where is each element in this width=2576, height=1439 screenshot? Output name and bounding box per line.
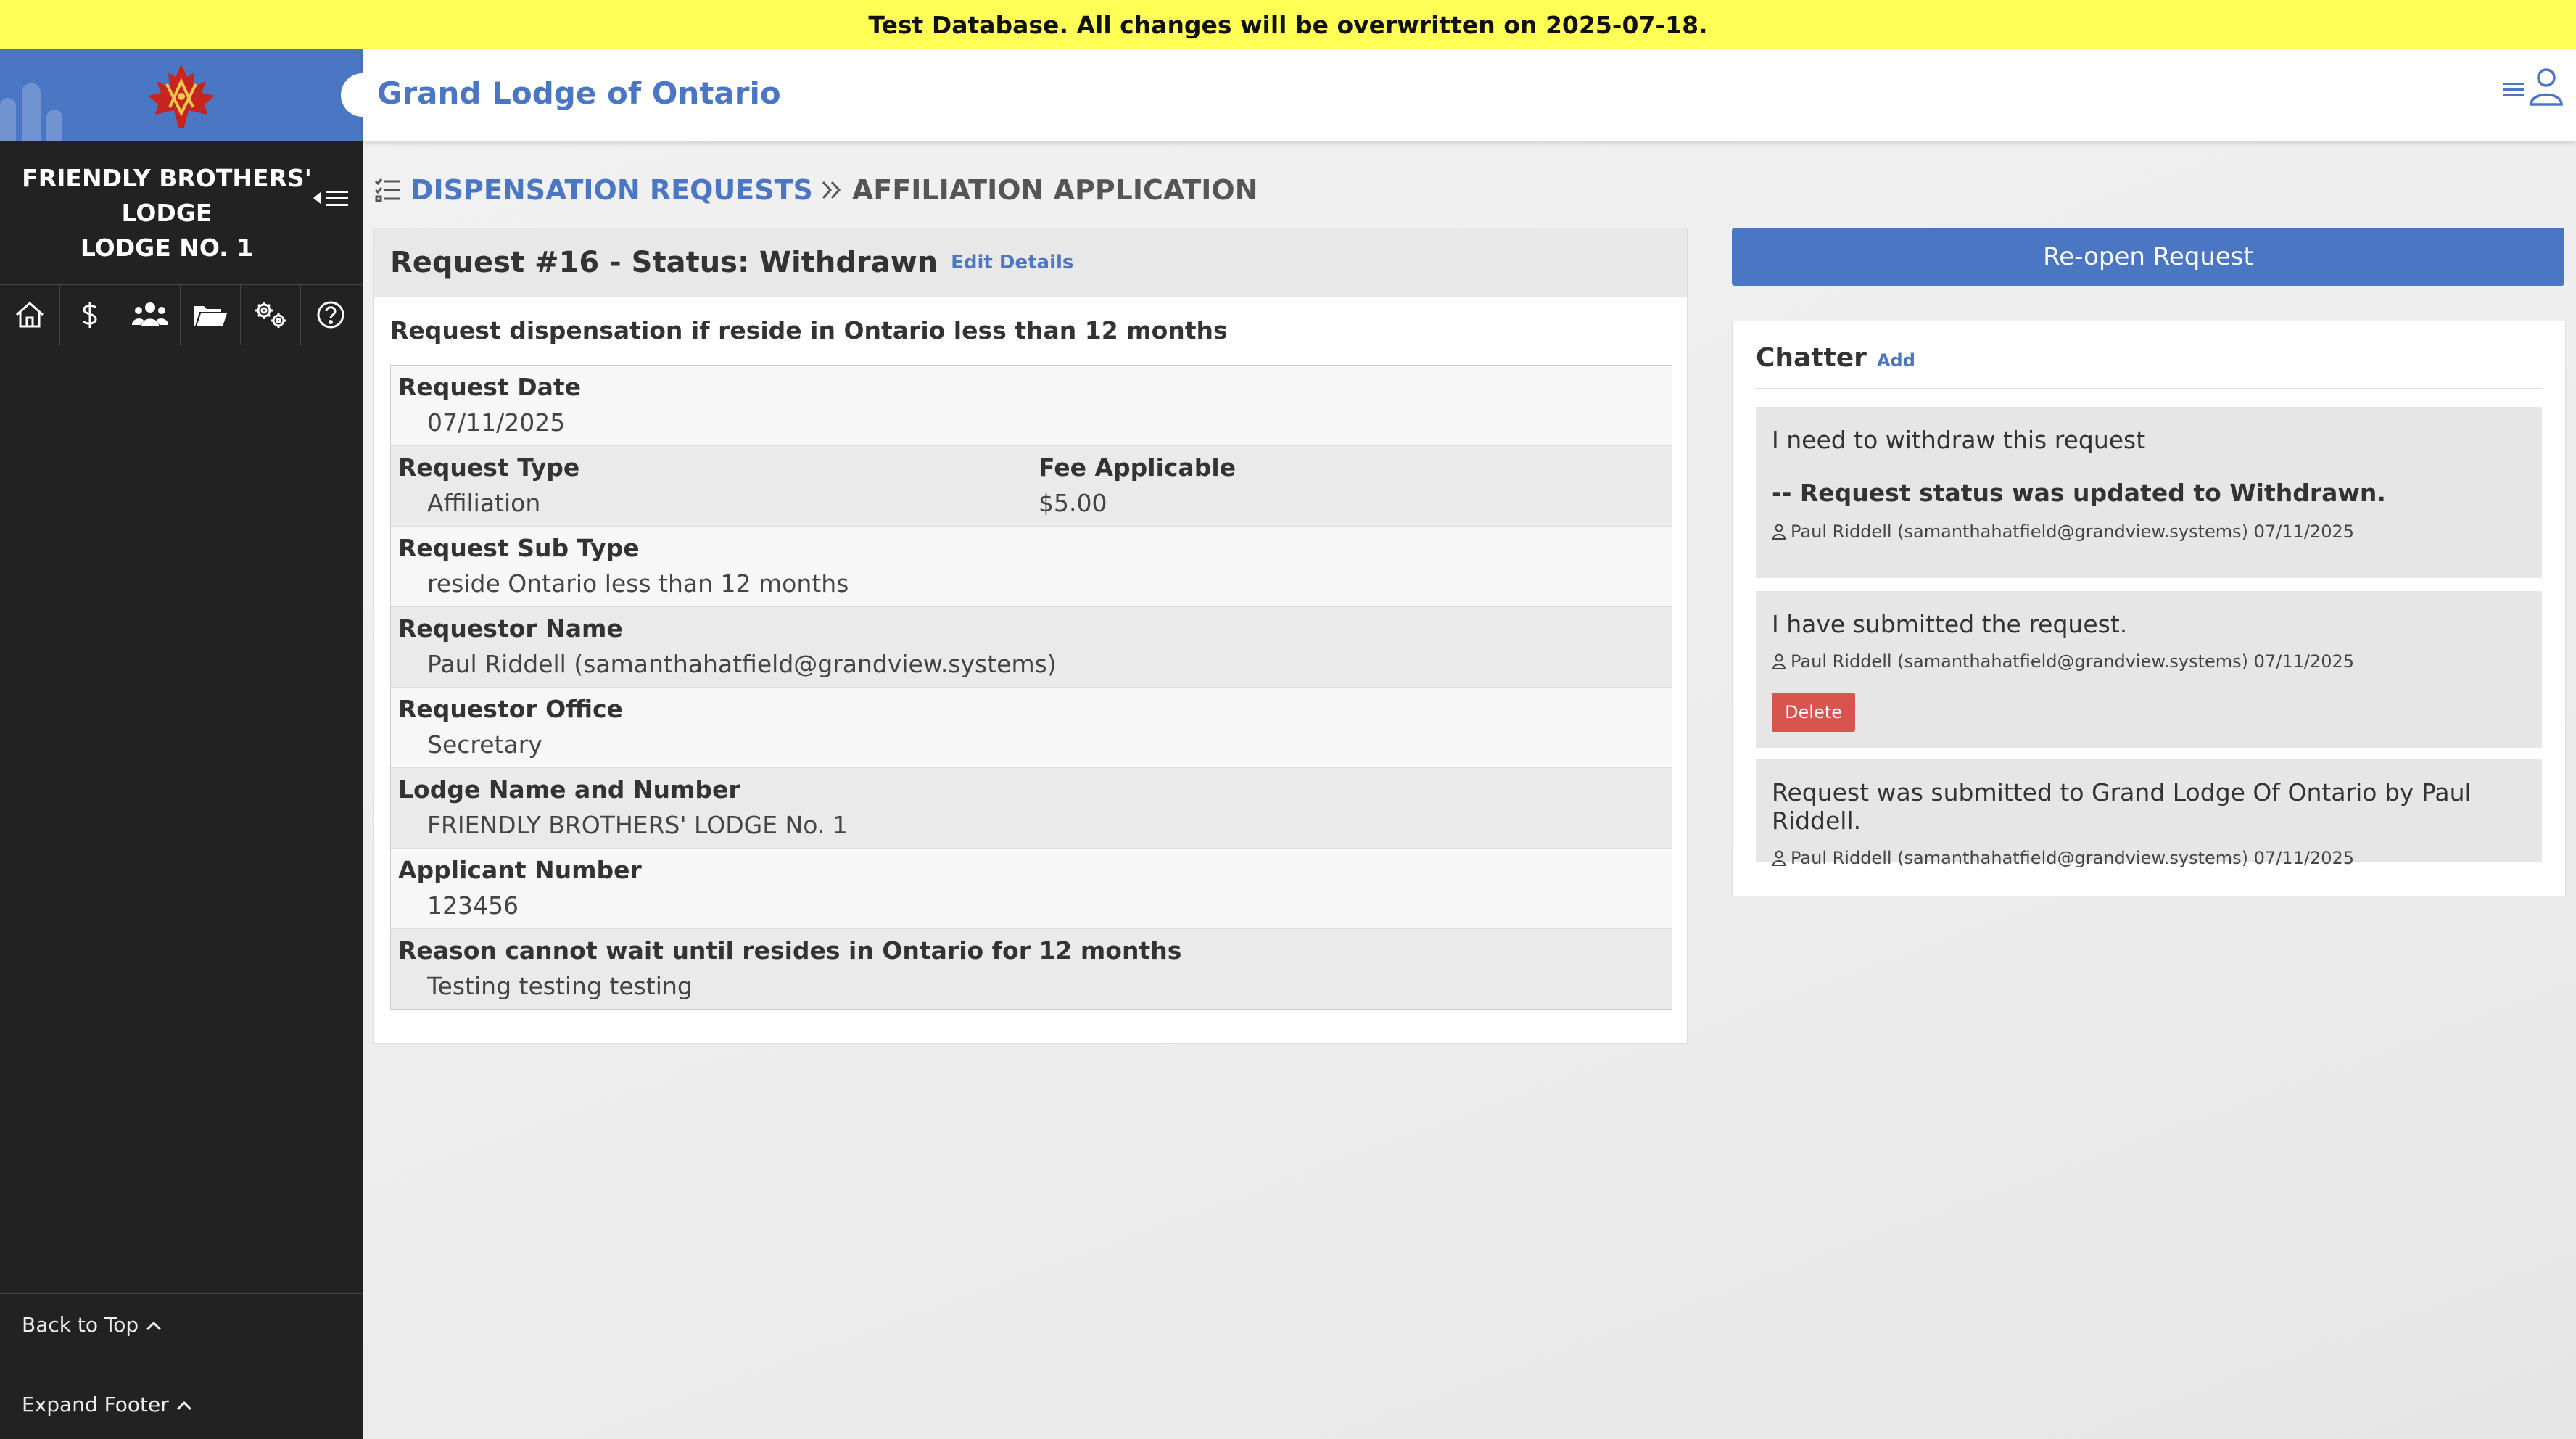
reopen-request-button[interactable]: Re-open Request — [1732, 228, 2564, 286]
breadcrumb-current: AFFILIATION APPLICATION — [851, 174, 1258, 206]
site-title[interactable]: Grand Lodge of Ontario — [377, 75, 781, 111]
breadcrumb-dispensation-requests[interactable]: DISPENSATION REQUESTS — [410, 174, 813, 206]
field-label: Requestor Name — [398, 614, 623, 643]
add-chatter-link[interactable]: Add — [1877, 350, 1915, 371]
expand-footer-link[interactable]: Expand Footer — [22, 1393, 193, 1417]
field-value: 07/11/2025 — [427, 408, 566, 437]
message-status-update: -- Request status was updated to Withdra… — [1772, 479, 2386, 507]
help-icon[interactable] — [301, 285, 360, 345]
field-row: Lodge Name and Number FRIENDLY BROTHERS' … — [391, 768, 1672, 849]
message-meta: Paul Riddell (samanthahatfield@grandview… — [1772, 651, 2542, 672]
chevron-up-icon — [176, 1401, 191, 1411]
message-author-date: Paul Riddell (samanthahatfield@grandview… — [1791, 848, 2354, 868]
chatter-title: Chatter — [1756, 343, 1867, 373]
collapse-sidebar-icon[interactable] — [313, 184, 350, 218]
user-icon — [1772, 524, 1786, 540]
field-row: Reason cannot wait until resides in Onta… — [391, 929, 1672, 1009]
field-value: 123456 — [427, 891, 519, 920]
expand-footer-label: Expand Footer — [22, 1393, 169, 1417]
settings-icon[interactable] — [241, 285, 301, 345]
delete-message-button[interactable]: Delete — [1772, 693, 1855, 732]
field-value: Testing testing testing — [427, 972, 693, 1000]
user-icon — [1772, 850, 1786, 866]
sidebar-nav-icons — [0, 285, 363, 345]
lodge-name-line3: LODGE NO. 1 — [80, 233, 254, 262]
request-card-header: Request #16 - Status: Withdrawn Edit Det… — [374, 228, 1687, 297]
field-label: Reason cannot wait until resides in Onta… — [398, 936, 1182, 965]
message-meta: Paul Riddell (samanthahatfield@grandview… — [1772, 848, 2542, 868]
message-meta: Paul Riddell (samanthahatfield@grandview… — [1772, 521, 2542, 542]
field-value: Affiliation — [427, 489, 541, 517]
double-chevron-right-icon — [822, 181, 841, 199]
field-label: Request Type — [398, 453, 580, 482]
field-value: $5.00 — [1039, 489, 1107, 517]
field-label: Lodge Name and Number — [398, 775, 740, 804]
back-to-top-link[interactable]: Back to Top — [22, 1313, 162, 1337]
field-row: Request Date 07/11/2025 — [391, 366, 1672, 446]
field-value: reside Ontario less than 12 months — [427, 569, 849, 598]
maple-leaf-logo[interactable] — [145, 62, 218, 129]
members-icon[interactable] — [120, 285, 181, 345]
field-row: Requestor Office Secretary — [391, 688, 1672, 768]
logo-area — [0, 49, 363, 141]
field-label: Fee Applicable — [1039, 453, 1237, 482]
field-row: Request Type Affiliation Fee Applicable $5… — [391, 446, 1672, 527]
chatter-message: Request was submitted to Grand Lodge Of … — [1756, 759, 2542, 868]
message-text: I need to withdraw this request — [1772, 426, 2146, 454]
top-header: Grand Lodge of Ontario — [341, 49, 2576, 141]
test-database-banner: Test Database. All changes will be overw… — [0, 0, 2576, 49]
user-icon[interactable] — [2528, 65, 2564, 112]
field-row: Requestor Name Paul Riddell (samanthahatf… — [391, 607, 1672, 688]
chatter-header: Chatter Add — [1756, 343, 2542, 389]
field-value: FRIENDLY BROTHERS' LODGE No. 1 — [427, 811, 848, 839]
lodge-name-line2: LODGE — [121, 198, 212, 227]
chatter-message: I have submitted the request. Paul Ridde… — [1756, 591, 2542, 748]
home-icon[interactable] — [0, 285, 60, 345]
checklist-icon — [374, 178, 400, 202]
folder-icon[interactable] — [181, 285, 241, 345]
request-fields-table: Request Date 07/11/2025 Request Type Affil… — [390, 365, 1672, 1010]
field-row: Request Sub Type reside Ontario less than… — [391, 527, 1672, 607]
field-row: Applicant Number 123456 — [391, 849, 1672, 929]
field-label: Request Date — [398, 373, 582, 401]
menu-icon[interactable] — [2502, 78, 2525, 104]
field-value: Secretary — [427, 730, 542, 759]
back-to-top-label: Back to Top — [22, 1313, 139, 1337]
chatter-message: I need to withdraw this request -- Reque… — [1756, 407, 2542, 578]
message-author-date: Paul Riddell (samanthahatfield@grandview… — [1791, 521, 2354, 542]
field-label: Applicant Number — [398, 856, 642, 884]
field-label: Requestor Office — [398, 695, 623, 723]
field-label: Request Sub Type — [398, 534, 640, 562]
sidebar: FRIENDLY BROTHERS' LODGE LODGE NO. 1 Bac… — [0, 49, 363, 1439]
edit-details-link[interactable]: Edit Details — [951, 252, 1073, 273]
lodge-name-line1: FRIENDLY BROTHERS' — [22, 163, 312, 192]
dollar-icon[interactable] — [60, 285, 120, 345]
request-subheading: Request dispensation if reside in Ontari… — [390, 316, 1228, 345]
request-title: Request #16 - Status: Withdrawn — [390, 246, 938, 279]
breadcrumb: DISPENSATION REQUESTS AFFILIATION APPLIC… — [374, 174, 1258, 206]
banner-text: Test Database. All changes will be overw… — [868, 10, 1708, 39]
message-author-date: Paul Riddell (samanthahatfield@grandview… — [1791, 651, 2354, 672]
user-icon — [1772, 653, 1786, 669]
field-value: Paul Riddell (samanthahatfield@grandview… — [427, 650, 1057, 678]
request-details-card: Request #16 - Status: Withdrawn Edit Det… — [373, 228, 1688, 1044]
chevron-up-icon — [146, 1321, 162, 1331]
chatter-panel: Chatter Add I need to withdraw this requ… — [1732, 321, 2566, 896]
lodge-name: FRIENDLY BROTHERS' LODGE LODGE NO. 1 — [0, 141, 363, 285]
sidebar-footer: Back to Top Expand Footer — [0, 1293, 363, 1439]
message-text: I have submitted the request. — [1772, 610, 2128, 638]
message-text: Request was submitted to Grand Lodge Of … — [1772, 778, 2472, 835]
